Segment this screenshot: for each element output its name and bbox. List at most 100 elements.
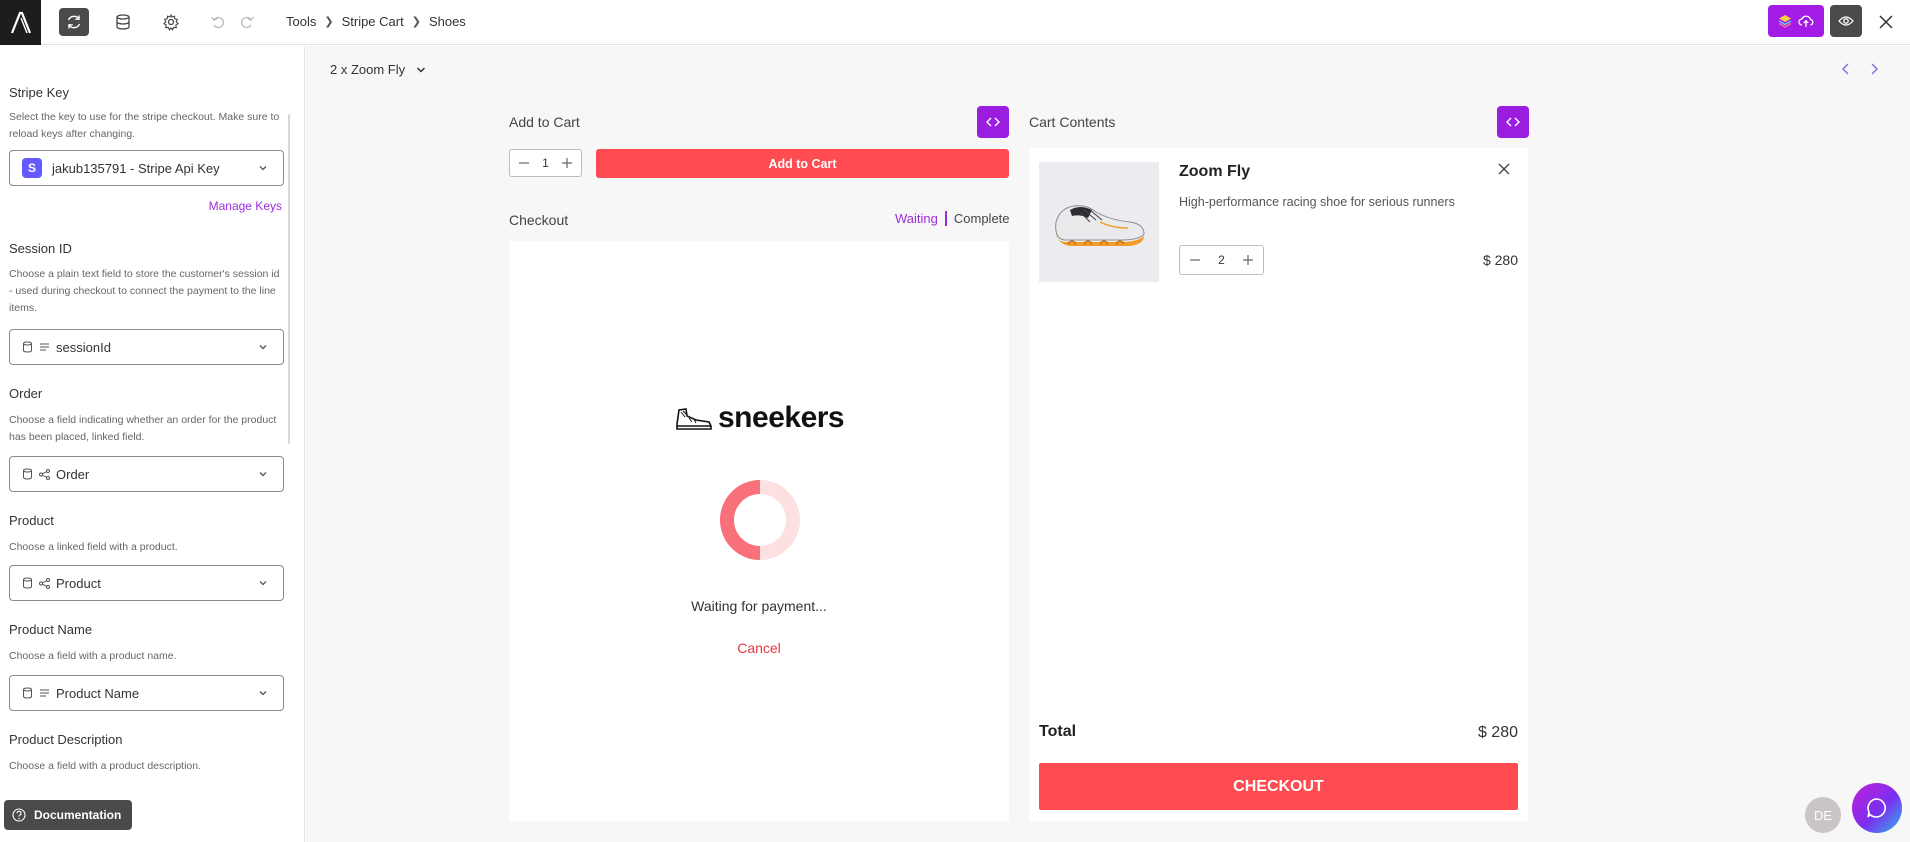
breadcrumb-item-tools[interactable]: Tools xyxy=(286,14,316,29)
plus-icon[interactable] xyxy=(1242,254,1254,266)
text-field-icon xyxy=(39,342,50,352)
refresh-icon xyxy=(67,15,81,29)
help-icon xyxy=(12,808,26,822)
minus-icon[interactable] xyxy=(1189,254,1201,266)
checkout-status-tabs: Waiting Complete xyxy=(895,211,1010,226)
order-select[interactable]: Order xyxy=(9,456,284,492)
cart-item-description: High-performance racing shoe for serious… xyxy=(1179,195,1455,209)
tab-complete[interactable]: Complete xyxy=(947,211,1010,226)
preview-button[interactable] xyxy=(1830,5,1862,37)
add-to-cart-button[interactable]: Add to Cart xyxy=(596,149,1009,178)
redo-button[interactable] xyxy=(232,8,262,36)
cart-contents-code-button[interactable] xyxy=(1497,106,1529,138)
code-icon xyxy=(986,117,1000,127)
product-name-value: Product Name xyxy=(56,685,140,701)
cart-total-label: Total xyxy=(1039,723,1077,740)
variant-selector[interactable]: 2 x Zoom Fly xyxy=(330,62,427,77)
link-field-icon xyxy=(39,577,50,589)
publish-button[interactable] xyxy=(1768,5,1824,37)
close-icon xyxy=(1879,15,1893,29)
checkout-button[interactable]: CHECKOUT xyxy=(1039,763,1518,810)
chevron-right-icon[interactable] xyxy=(1868,62,1880,76)
session-id-select[interactable]: sessionId xyxy=(9,329,284,365)
breadcrumb: Tools ❯ Stripe Cart ❯ Shoes xyxy=(286,14,466,29)
session-id-value: sessionId xyxy=(56,339,111,355)
session-id-description: Choose a plain text field to store the c… xyxy=(9,268,280,314)
shoe-image-icon xyxy=(1055,205,1145,246)
product-label: Product xyxy=(9,513,54,528)
add-to-cart-code-button[interactable] xyxy=(977,106,1009,138)
chevron-down-icon xyxy=(259,691,267,696)
user-avatar[interactable]: DE xyxy=(1805,797,1841,833)
record-navigation xyxy=(1840,62,1880,76)
product-image xyxy=(1039,162,1159,282)
breadcrumb-item-stripe-cart[interactable]: Stripe Cart xyxy=(342,14,404,29)
brand-logo: sneekers xyxy=(674,401,845,435)
stripe-logo-icon: S xyxy=(22,158,42,178)
database-icon xyxy=(22,468,33,480)
chevron-down-icon xyxy=(259,581,267,586)
close-button[interactable] xyxy=(1874,10,1898,34)
chevron-down-icon xyxy=(417,66,426,73)
minus-icon[interactable] xyxy=(518,157,530,169)
add-to-cart-title: Add to Cart xyxy=(509,114,580,130)
loading-spinner-icon xyxy=(720,480,800,560)
plus-icon[interactable] xyxy=(561,157,573,169)
checkout-title: Checkout xyxy=(509,212,569,228)
cart-item-quantity-value[interactable]: 2 xyxy=(1218,253,1225,267)
chevron-right-icon: ❯ xyxy=(324,16,334,28)
sidebar-scrollbar[interactable] xyxy=(288,114,290,444)
breadcrumb-item-shoes: Shoes xyxy=(428,14,466,29)
undo-icon xyxy=(210,16,224,29)
chevron-down-icon xyxy=(259,472,267,477)
cart-item-price: $ 280 xyxy=(1482,252,1518,268)
database-icon xyxy=(116,14,130,30)
brand-name: sneekers xyxy=(718,401,845,434)
layers-icon xyxy=(1778,15,1792,28)
database-icon xyxy=(22,687,33,699)
cart-item-quantity-stepper[interactable]: 2 xyxy=(1179,245,1264,275)
stripe-key-label: Stripe Key xyxy=(9,85,69,100)
cart-panel: Zoom Fly High-performance racing shoe fo… xyxy=(1029,148,1528,821)
chat-icon xyxy=(1867,798,1886,818)
payment-status-text: Waiting for payment... xyxy=(691,598,827,614)
chat-button[interactable] xyxy=(1852,783,1902,833)
cart-item-name: Zoom Fly xyxy=(1179,163,1251,180)
stripe-key-value: jakub135791 - Stripe Api Key xyxy=(52,160,220,176)
tab-waiting[interactable]: Waiting xyxy=(895,211,947,226)
chevron-left-icon[interactable] xyxy=(1840,62,1852,76)
documentation-label: Documentation xyxy=(34,808,122,822)
code-icon xyxy=(1506,117,1520,127)
refresh-button[interactable] xyxy=(59,8,89,36)
text-field-icon xyxy=(39,688,50,698)
product-name-description: Choose a field with a product name. xyxy=(9,650,177,662)
order-value: Order xyxy=(56,466,90,482)
stripe-key-select[interactable]: S jakub135791 - Stripe Api Key xyxy=(9,150,284,186)
stripe-key-description: Select the key to use for the stripe che… xyxy=(9,111,280,140)
logo-icon xyxy=(10,11,31,33)
remove-item-icon[interactable] xyxy=(1497,162,1511,176)
cancel-payment-link[interactable]: Cancel xyxy=(509,640,1009,656)
cloud-upload-icon xyxy=(1798,15,1814,27)
manage-keys-link[interactable]: Manage Keys xyxy=(209,199,282,213)
documentation-button[interactable]: Documentation xyxy=(4,800,132,830)
checkout-panel: sneekers Waiting for payment... Cancel xyxy=(509,241,1009,821)
product-name-select[interactable]: Product Name xyxy=(9,675,284,711)
chevron-down-icon xyxy=(259,166,267,171)
session-id-label: Session ID xyxy=(9,241,72,256)
settings-sidebar: Stripe Key Select the key to use for the… xyxy=(0,46,305,842)
add-to-cart-quantity-value[interactable]: 1 xyxy=(542,156,549,170)
top-bar: Tools ❯ Stripe Cart ❯ Shoes xyxy=(0,0,1910,45)
order-description: Choose a field indicating whether an ord… xyxy=(9,414,277,443)
product-description-label: Product Description xyxy=(9,732,123,747)
settings-button[interactable] xyxy=(156,8,186,36)
link-field-icon xyxy=(39,468,50,480)
app-logo[interactable] xyxy=(0,0,41,45)
eye-icon xyxy=(1838,16,1854,26)
add-to-cart-quantity-stepper[interactable]: 1 xyxy=(509,149,582,177)
product-select[interactable]: Product xyxy=(9,565,284,601)
chevron-down-icon xyxy=(259,345,267,350)
sneaker-icon xyxy=(676,408,712,430)
undo-button[interactable] xyxy=(203,8,233,36)
database-button[interactable] xyxy=(108,8,138,36)
